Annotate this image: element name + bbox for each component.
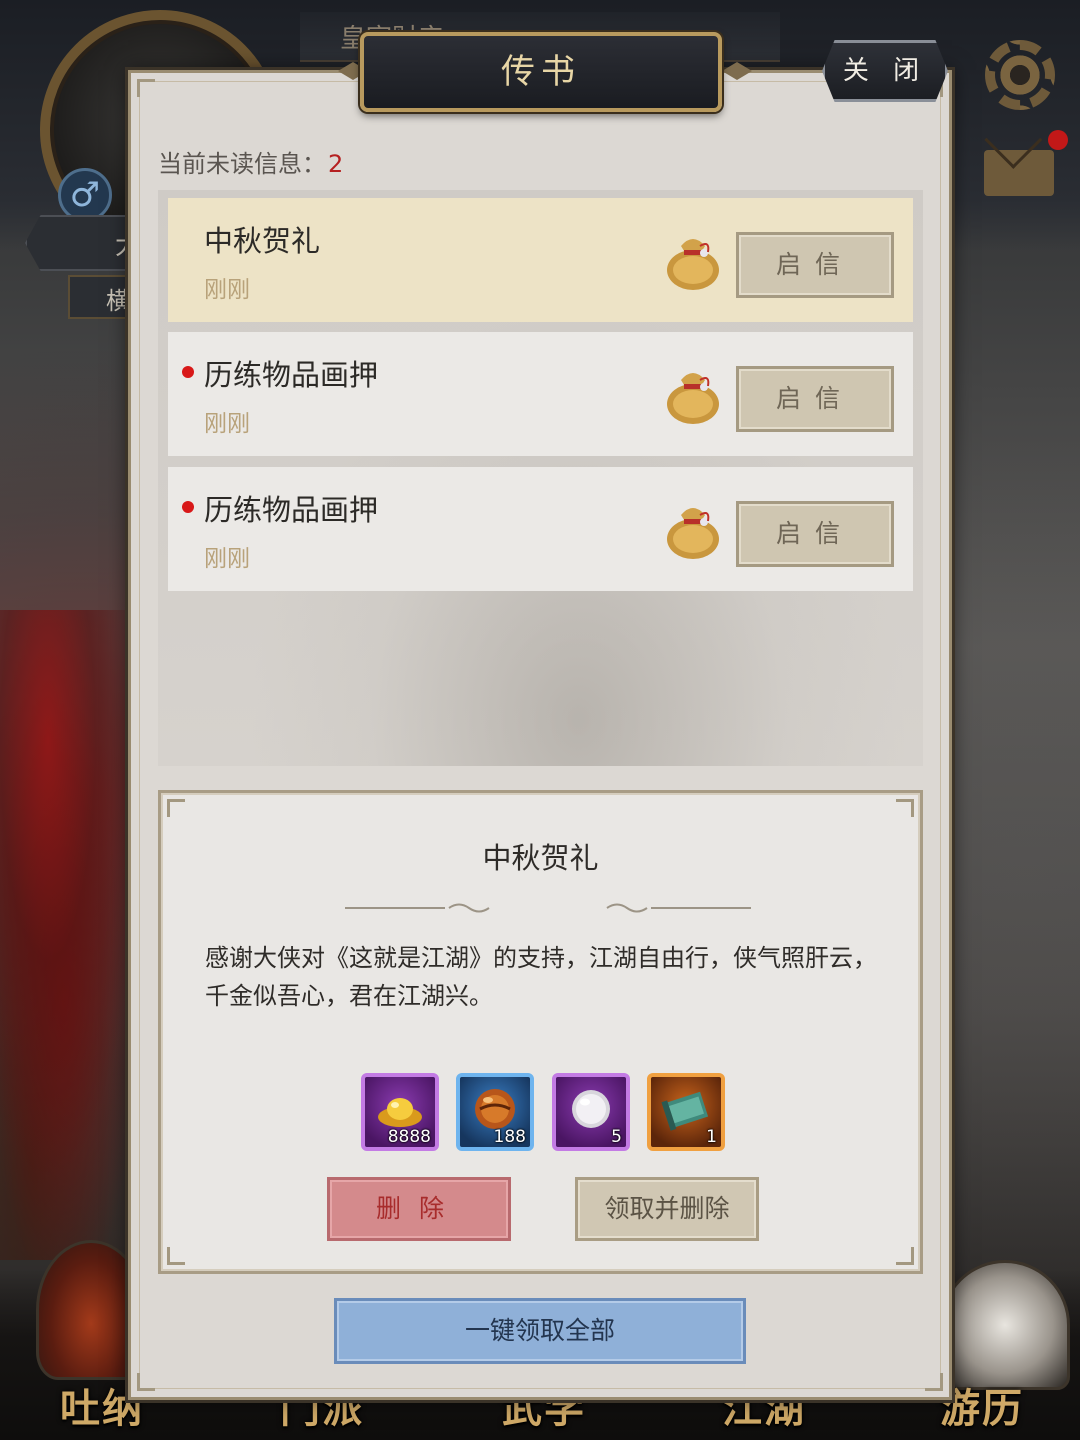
corner-ornament (137, 1373, 155, 1391)
detail-body: 感谢大侠对《这就是江湖》的支持，江湖自由行，侠气照肝云，千金似吾心，君在江湖兴。 (205, 944, 877, 1010)
reward-item[interactable]: 5 (552, 1073, 630, 1151)
mail-title: 历练物品画押 (204, 493, 379, 527)
unread-dot (182, 366, 194, 378)
corner-ornament (925, 1373, 943, 1391)
close-button[interactable]: 关 闭 (822, 40, 948, 102)
mail-title: 中秋贺礼 (204, 224, 321, 258)
delete-button[interactable]: 删除 (327, 1177, 511, 1241)
mail-time: 刚刚 (204, 277, 250, 303)
open-mail-button[interactable]: 启信 (736, 366, 894, 432)
open-mail-button[interactable]: 启信 (736, 501, 894, 567)
scroll-icon (661, 1091, 709, 1131)
mail-list: 中秋贺礼 刚刚 启信 历练物品画押 刚刚 启信 历练物品画押 刚刚 启信 (158, 190, 923, 766)
corner-ornament (896, 799, 914, 817)
reward-item[interactable]: 1 (647, 1073, 725, 1151)
reward-quantity: 1 (706, 1127, 717, 1147)
mail-item[interactable]: 历练物品画押 刚刚 启信 (168, 467, 913, 591)
player-title-fragment: 横 (106, 287, 130, 315)
unread-count: 2 (328, 150, 344, 178)
corner-ornament (896, 1247, 914, 1265)
mail-envelope-icon[interactable] (984, 150, 1054, 196)
horse-portrait-icon[interactable] (940, 1260, 1070, 1390)
pearl-icon (572, 1090, 610, 1128)
reward-item[interactable]: 188 (456, 1073, 534, 1151)
corner-ornament (137, 79, 155, 97)
open-mail-button[interactable]: 启信 (736, 232, 894, 298)
corner-ornament (167, 1247, 185, 1265)
reward-quantity: 5 (611, 1127, 622, 1147)
mail-time: 刚刚 (204, 411, 250, 437)
gift-bag-icon (667, 239, 719, 290)
panel-title: 传书 (360, 32, 722, 112)
divider-ornament-left (345, 903, 490, 913)
gift-bag-icon (667, 508, 719, 559)
gender-male-icon: ♂ (58, 168, 112, 222)
claim-all-button[interactable]: 一键领取全部 (334, 1298, 746, 1364)
reward-item[interactable]: 8888 (361, 1073, 439, 1151)
gift-bag-icon (667, 373, 719, 424)
detail-title: 中秋贺礼 (482, 841, 599, 875)
corner-ornament (167, 799, 185, 817)
unread-info: 当前未读信息：2 (158, 146, 343, 182)
mail-detail: 中秋贺礼 感谢大侠对《这就是江湖》的支持，江湖自由行，侠气照肝云，千金似吾心，君… (158, 790, 923, 1274)
reward-quantity: 8888 (387, 1127, 431, 1147)
unread-dot (182, 501, 194, 513)
claim-and-delete-button[interactable]: 领取并删除 (575, 1177, 759, 1241)
mail-title: 历练物品画押 (204, 358, 379, 392)
reward-quantity: 188 (493, 1127, 526, 1147)
mail-time: 刚刚 (204, 546, 250, 572)
mail-item[interactable]: 中秋贺礼 刚刚 启信 (168, 198, 913, 322)
settings-gear-icon[interactable] (985, 40, 1055, 110)
divider-ornament-right (606, 903, 751, 913)
mail-item[interactable]: 历练物品画押 刚刚 启信 (168, 332, 913, 456)
unread-label: 当前未读信息： (158, 150, 326, 178)
mail-notification-dot (1048, 130, 1068, 150)
